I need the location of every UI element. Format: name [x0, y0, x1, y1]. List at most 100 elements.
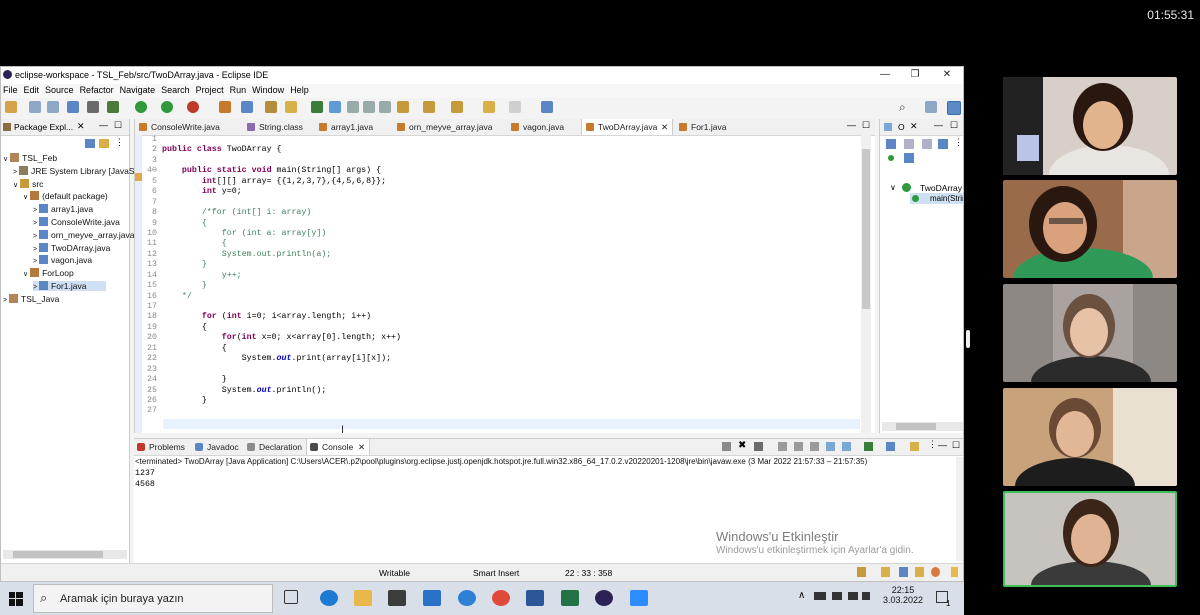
panel-resize-handle[interactable] — [966, 330, 970, 348]
menu-search[interactable]: Search — [161, 85, 190, 95]
show-stderr-icon[interactable] — [842, 442, 851, 451]
prev-annotation-icon[interactable] — [423, 101, 435, 113]
menu-run[interactable]: Run — [230, 85, 247, 95]
editor-vscroll-thumb[interactable] — [862, 149, 870, 309]
show-whitespace-icon[interactable] — [379, 101, 391, 113]
terminal-icon[interactable] — [67, 101, 79, 113]
internet-explorer-icon[interactable] — [458, 590, 476, 606]
cloud-icon[interactable] — [814, 592, 826, 600]
tab-close-icon[interactable]: ✕ — [661, 119, 668, 135]
skip-breakpoints-icon[interactable] — [87, 101, 99, 113]
participant-video-1[interactable] — [1003, 77, 1177, 175]
collapse-all-icon[interactable] — [85, 139, 95, 148]
tab-vagon[interactable]: vagon.java — [507, 119, 587, 135]
start-button[interactable] — [0, 582, 32, 615]
show-stdout-icon[interactable] — [826, 442, 835, 451]
tab-problems[interactable]: Problems — [134, 439, 190, 455]
tab-for1[interactable]: For1.java — [675, 119, 755, 135]
outline-hscroll-thumb[interactable] — [896, 423, 936, 430]
edge-icon[interactable] — [320, 590, 338, 606]
open-perspective-icon[interactable] — [925, 101, 937, 113]
back-icon[interactable] — [483, 101, 495, 113]
menu-project[interactable]: Project — [196, 85, 224, 95]
hide-fields-icon[interactable] — [904, 139, 914, 149]
word-icon[interactable] — [526, 590, 544, 606]
tray-chevron-icon[interactable]: ∧ — [798, 590, 805, 601]
file-explorer-icon[interactable] — [354, 590, 372, 606]
remove-all-icon[interactable] — [754, 442, 763, 451]
link-editor-icon[interactable] — [99, 139, 109, 148]
run-icon[interactable] — [135, 101, 147, 113]
chrome-icon[interactable] — [492, 590, 510, 606]
minimize-button[interactable]: — — [869, 67, 901, 84]
word-wrap-icon[interactable] — [347, 101, 359, 113]
status-icon-3[interactable] — [899, 567, 908, 577]
scroll-lock-icon[interactable] — [794, 442, 803, 451]
participant-video-3[interactable] — [1003, 284, 1177, 382]
clear-console-icon[interactable] — [778, 442, 787, 451]
zoom-icon[interactable] — [630, 590, 648, 606]
new-package-icon[interactable] — [241, 101, 253, 113]
network-icon[interactable] — [848, 592, 858, 600]
open-console-icon[interactable] — [910, 442, 919, 451]
remove-launch-icon[interactable]: ✖ — [738, 440, 746, 451]
new-icon[interactable] — [5, 101, 17, 113]
coverage-icon[interactable] — [161, 101, 173, 113]
outline-hscroll[interactable] — [882, 422, 963, 431]
toggle-mark-occurrences-icon[interactable] — [329, 101, 341, 113]
forward-icon[interactable] — [509, 101, 521, 113]
new-java-project-icon[interactable] — [219, 101, 231, 113]
mail-icon[interactable] — [423, 590, 441, 606]
java-perspective-icon[interactable] — [947, 101, 961, 115]
status-icon-1[interactable] — [857, 567, 866, 577]
menu-navigate[interactable]: Navigate — [120, 85, 156, 95]
hide-static-icon[interactable] — [922, 139, 932, 149]
sort-icon[interactable] — [886, 139, 896, 149]
expand-arrow-icon[interactable]: ∨ — [890, 183, 896, 192]
block-selection-icon[interactable] — [363, 101, 375, 113]
excel-icon[interactable] — [561, 590, 579, 606]
menu-edit[interactable]: Edit — [24, 85, 40, 95]
tree-toggle-icon[interactable]: ∨ — [23, 271, 30, 278]
status-bulb-icon[interactable] — [951, 567, 958, 577]
participant-video-4[interactable] — [1003, 388, 1177, 486]
tree-item[interactable]: > array1.java — [33, 204, 93, 214]
menu-window[interactable]: Window — [252, 85, 284, 95]
word-wrap-console-icon[interactable] — [810, 442, 819, 451]
console-menu-icon[interactable]: ⋮ — [928, 439, 937, 450]
console-vscroll[interactable] — [956, 457, 963, 561]
menu-help[interactable]: Help — [290, 85, 309, 95]
tab-declaration[interactable]: Declaration — [244, 439, 306, 455]
tree-item[interactable]: ∨ src — [13, 178, 43, 189]
code-content[interactable]: public class TwoDArray { public static v… — [162, 135, 862, 417]
minimize-view-icon[interactable]: — — [99, 120, 108, 130]
package-explorer-tab[interactable]: Package Expl... — [14, 122, 73, 132]
outline-class-name[interactable]: TwoDArray — [920, 183, 962, 193]
maximize-button[interactable]: ❐ — [899, 67, 931, 84]
minimize-editor-icon[interactable]: — — [847, 120, 856, 130]
outline-method-row[interactable]: main(String[]) — [910, 193, 963, 204]
close-button[interactable]: ✕ — [931, 67, 963, 84]
menu-file[interactable]: File — [3, 85, 18, 95]
package-hscroll-thumb[interactable] — [13, 551, 103, 558]
open-type-icon[interactable] — [285, 101, 297, 113]
tab-console[interactable]: Console ✕ — [306, 439, 370, 455]
menu-source[interactable]: Source — [45, 85, 74, 95]
console-minimize-icon[interactable]: — — [938, 440, 947, 450]
hide-local-types-icon[interactable] — [904, 153, 914, 163]
tree-item[interactable]: > ConsoleWrite.java — [33, 217, 120, 227]
pin-editor-icon[interactable] — [541, 101, 553, 113]
pin-console-icon[interactable] — [864, 442, 873, 451]
tab-consolewrite[interactable]: ConsoleWrite.java — [135, 119, 243, 135]
tab-close-icon[interactable]: ✕ — [77, 121, 85, 132]
last-edit-icon[interactable] — [451, 101, 463, 113]
participant-video-2[interactable] — [1003, 180, 1177, 278]
external-tools-icon[interactable] — [187, 101, 199, 113]
next-annotation-icon[interactable] — [397, 101, 409, 113]
tree-item[interactable]: > TwoDArray.java — [33, 242, 110, 253]
tab-array1[interactable]: array1.java — [315, 119, 395, 135]
tree-item[interactable]: ∨ ForLoop — [23, 268, 74, 278]
outline-minimize-icon[interactable]: — — [934, 120, 943, 130]
maximize-editor-icon[interactable]: ☐ — [862, 120, 870, 131]
status-icon-5[interactable] — [931, 567, 940, 577]
